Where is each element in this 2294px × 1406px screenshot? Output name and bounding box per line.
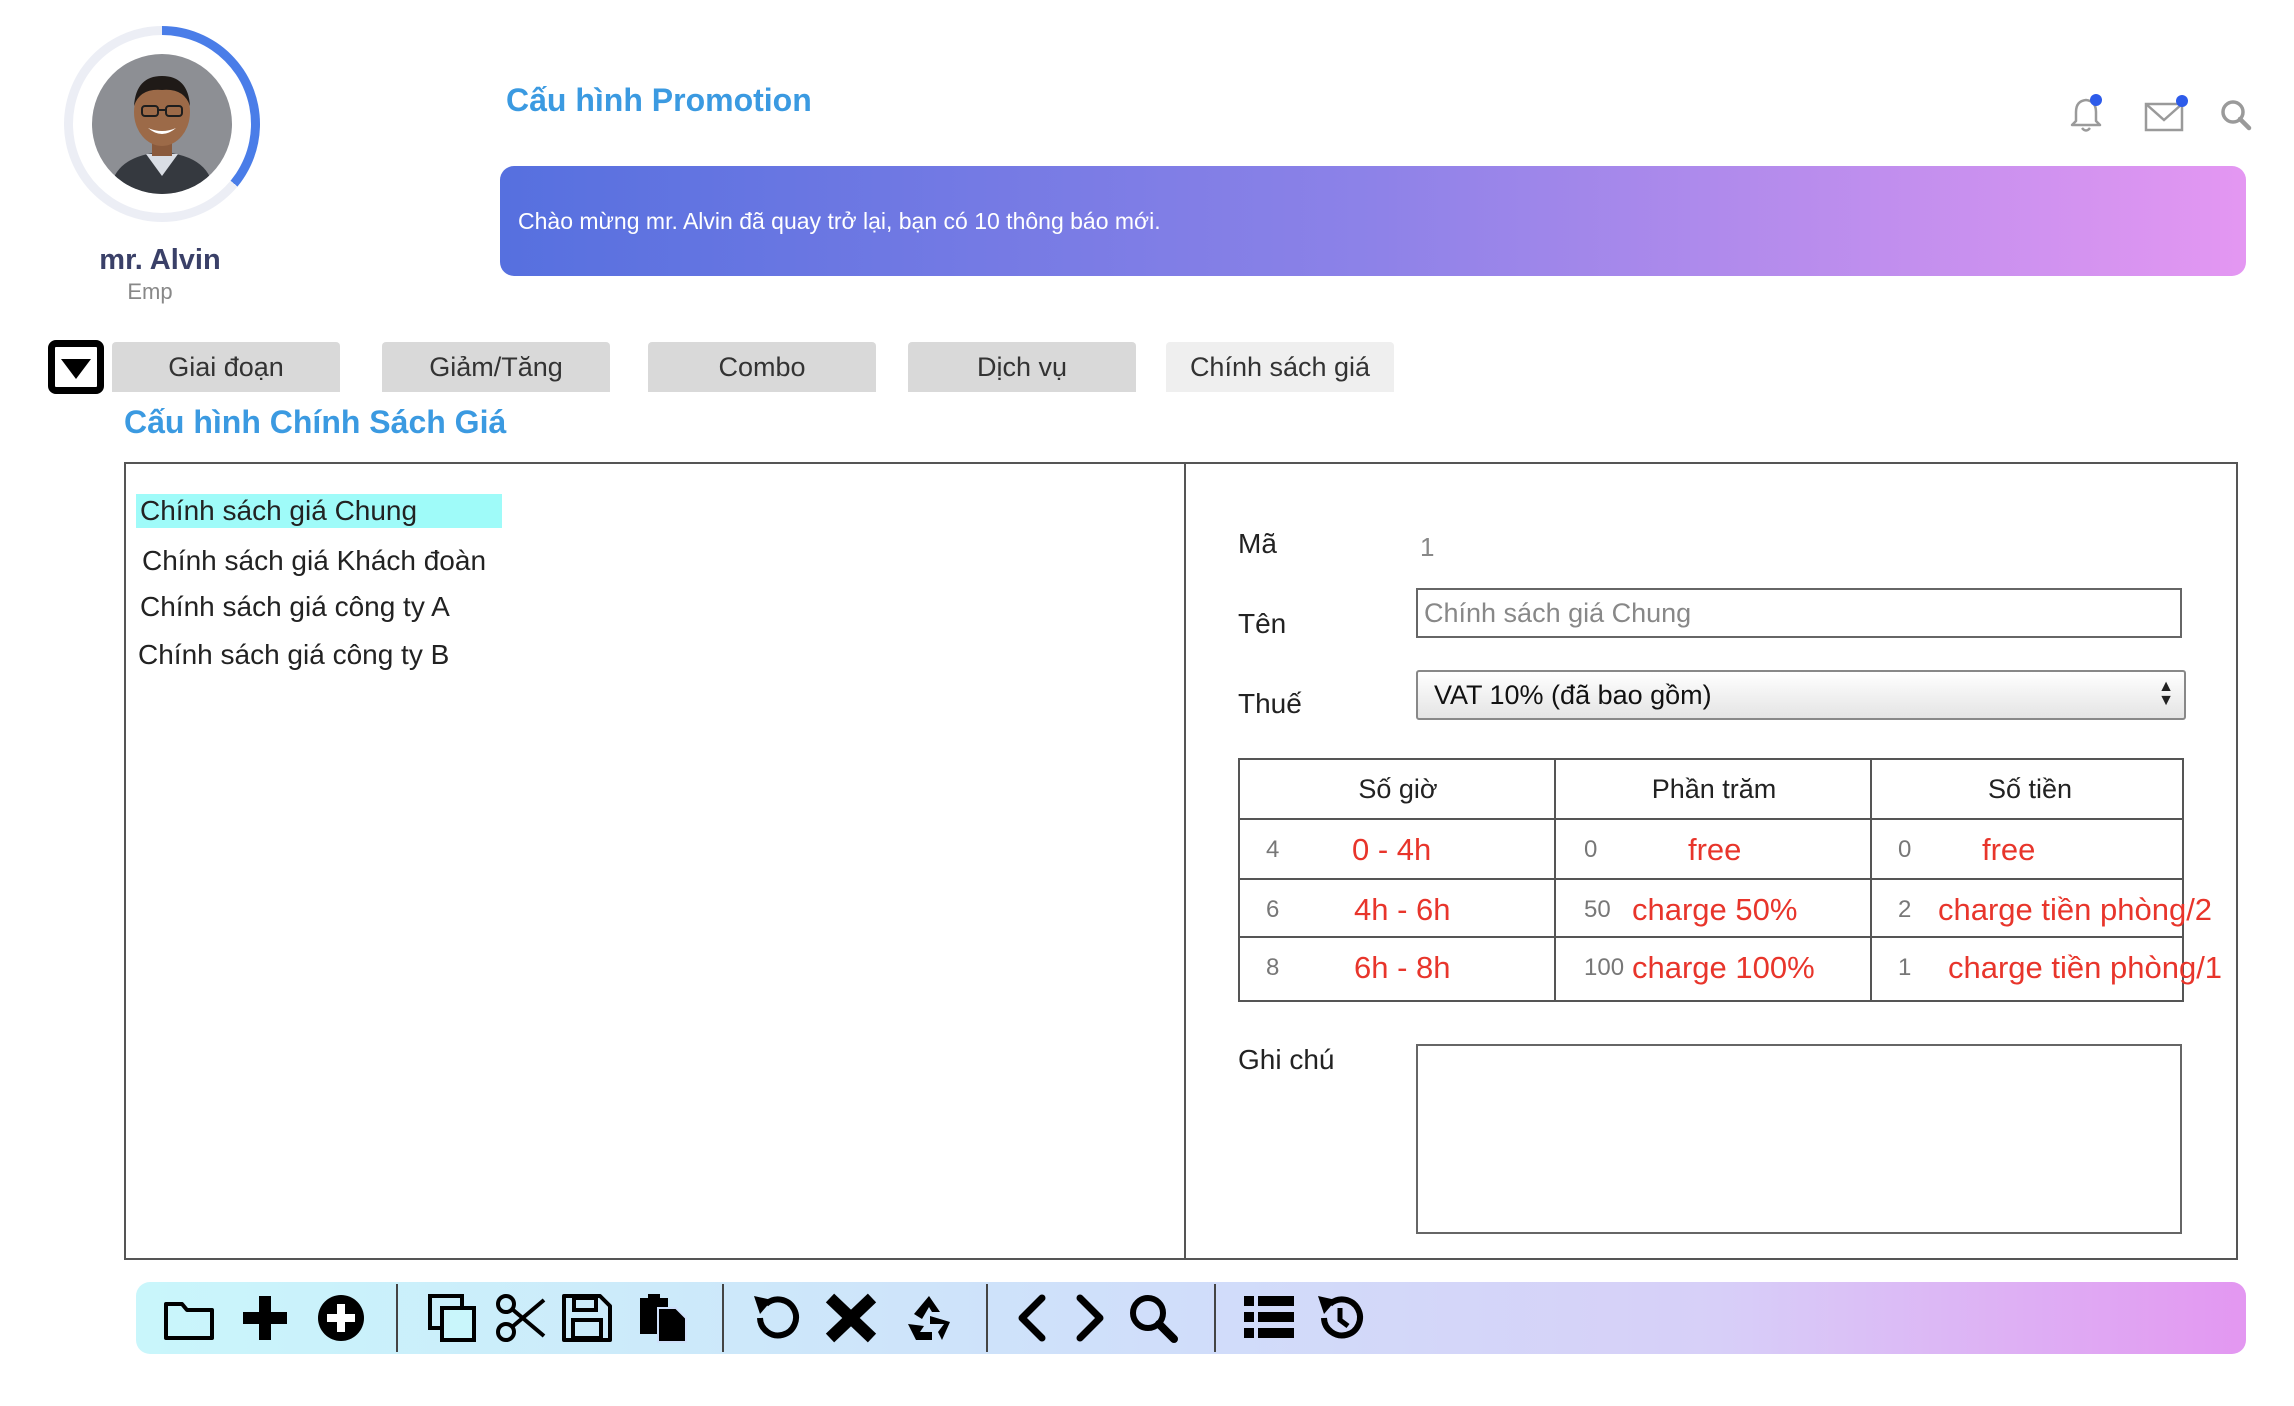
name-input[interactable]	[1416, 588, 2182, 638]
action-toolbar	[136, 1282, 2246, 1354]
grid-cell-amount[interactable]: 0	[1898, 836, 1911, 864]
welcome-banner: Chào mừng mr. Alvin đã quay trở lại, bạn…	[500, 166, 2246, 276]
grid-cell-percent[interactable]: 50	[1584, 896, 1611, 924]
policy-list-item[interactable]: Chính sách giá công ty A	[136, 590, 454, 624]
list-icon[interactable]	[1242, 1292, 1296, 1344]
policy-list-item[interactable]: Chính sách giá Chung	[136, 494, 502, 528]
grid-note-hours: 6h - 8h	[1354, 950, 1451, 985]
grid-note-amount: charge tiền phòng/1	[1948, 950, 2223, 985]
grid-note-percent: free	[1688, 832, 1742, 867]
policy-list-item[interactable]: Chính sách giá công ty B	[134, 638, 453, 672]
paste-icon[interactable]	[636, 1292, 690, 1344]
grid-header-percent: Phần trăm	[1651, 774, 1777, 804]
user-role: Emp	[127, 279, 173, 304]
grid-cell-hours[interactable]: 4	[1266, 836, 1279, 864]
recycle-icon[interactable]	[902, 1292, 956, 1344]
user-photo	[92, 54, 232, 194]
code-value: 1	[1420, 532, 1435, 562]
grid-note-hours: 0 - 4h	[1352, 832, 1432, 867]
code-label: Mã	[1238, 528, 1277, 559]
grid-cell-percent[interactable]: 100	[1584, 954, 1624, 982]
previous-icon[interactable]	[1006, 1292, 1060, 1344]
grid-note-percent: charge 50%	[1632, 892, 1798, 927]
grid-cell-amount[interactable]: 1	[1898, 954, 1911, 982]
grid-cell-hours[interactable]: 6	[1266, 896, 1279, 924]
grid-note-amount: free	[1982, 832, 2036, 867]
history-icon[interactable]	[1312, 1292, 1366, 1344]
cut-icon[interactable]	[494, 1292, 548, 1344]
tab-combo[interactable]: Combo	[648, 342, 876, 392]
tax-select[interactable]: VAT 10% (đã bao gồm) ▲ ▼	[1416, 670, 2186, 720]
grid-cell-hours[interactable]: 8	[1266, 954, 1279, 982]
panel-divider	[1184, 464, 1186, 1258]
mail-icon[interactable]	[2142, 92, 2190, 136]
undo-icon[interactable]	[750, 1292, 804, 1344]
policy-list-item[interactable]: Chính sách giá Khách đoàn	[138, 544, 490, 578]
save-icon[interactable]	[560, 1292, 614, 1344]
delete-icon[interactable]	[824, 1292, 878, 1344]
grid-note-percent: charge 100%	[1632, 950, 1815, 985]
next-icon[interactable]	[1062, 1292, 1116, 1344]
caret-down-icon	[61, 359, 91, 379]
plus-icon[interactable]	[238, 1292, 292, 1344]
welcome-message: Chào mừng mr. Alvin đã quay trở lại, bạn…	[518, 208, 1161, 234]
select-arrows-icon: ▲ ▼	[2158, 678, 2174, 709]
grid-cell-percent[interactable]: 0	[1584, 836, 1597, 864]
grid-header-hours: Số giờ	[1358, 774, 1438, 804]
tab-giam-tang[interactable]: Giảm/Tăng	[382, 342, 610, 392]
page-title: Cấu hình Promotion	[506, 82, 812, 118]
grid-cell-amount[interactable]: 2	[1898, 896, 1911, 924]
grid-note-amount: charge tiền phòng/2	[1938, 892, 2213, 927]
user-name: mr. Alvin	[99, 244, 221, 276]
search-icon[interactable]	[1126, 1292, 1180, 1344]
add-circle-icon[interactable]	[314, 1292, 368, 1344]
note-label: Ghi chú	[1238, 1044, 1335, 1075]
folder-icon[interactable]	[162, 1292, 216, 1344]
avatar[interactable]	[92, 54, 232, 194]
tax-label: Thuế	[1238, 688, 1302, 719]
grid-header-amount: Số tiền	[1987, 774, 2073, 804]
tab-giai-doan[interactable]: Giai đoạn	[112, 342, 340, 392]
tax-select-value: VAT 10% (đã bao gồm)	[1434, 680, 1712, 710]
price-rule-grid: Số giờ Phần trăm Số tiền 4 0 - 4h 0 free…	[1238, 758, 2222, 1002]
copy-icon[interactable]	[426, 1292, 480, 1344]
name-label: Tên	[1238, 608, 1287, 639]
bell-icon[interactable]	[2064, 92, 2108, 136]
section-title: Cấu hình Chính Sách Giá	[124, 404, 507, 440]
search-icon[interactable]	[2214, 92, 2258, 136]
tab-chinh-sach-gia[interactable]: Chính sách giá	[1166, 342, 1394, 392]
tab-dich-vu[interactable]: Dịch vụ	[908, 342, 1136, 392]
grid-note-hours: 4h - 6h	[1354, 892, 1451, 927]
collapse-toggle-button[interactable]	[48, 340, 104, 394]
note-textarea[interactable]	[1416, 1044, 2182, 1234]
